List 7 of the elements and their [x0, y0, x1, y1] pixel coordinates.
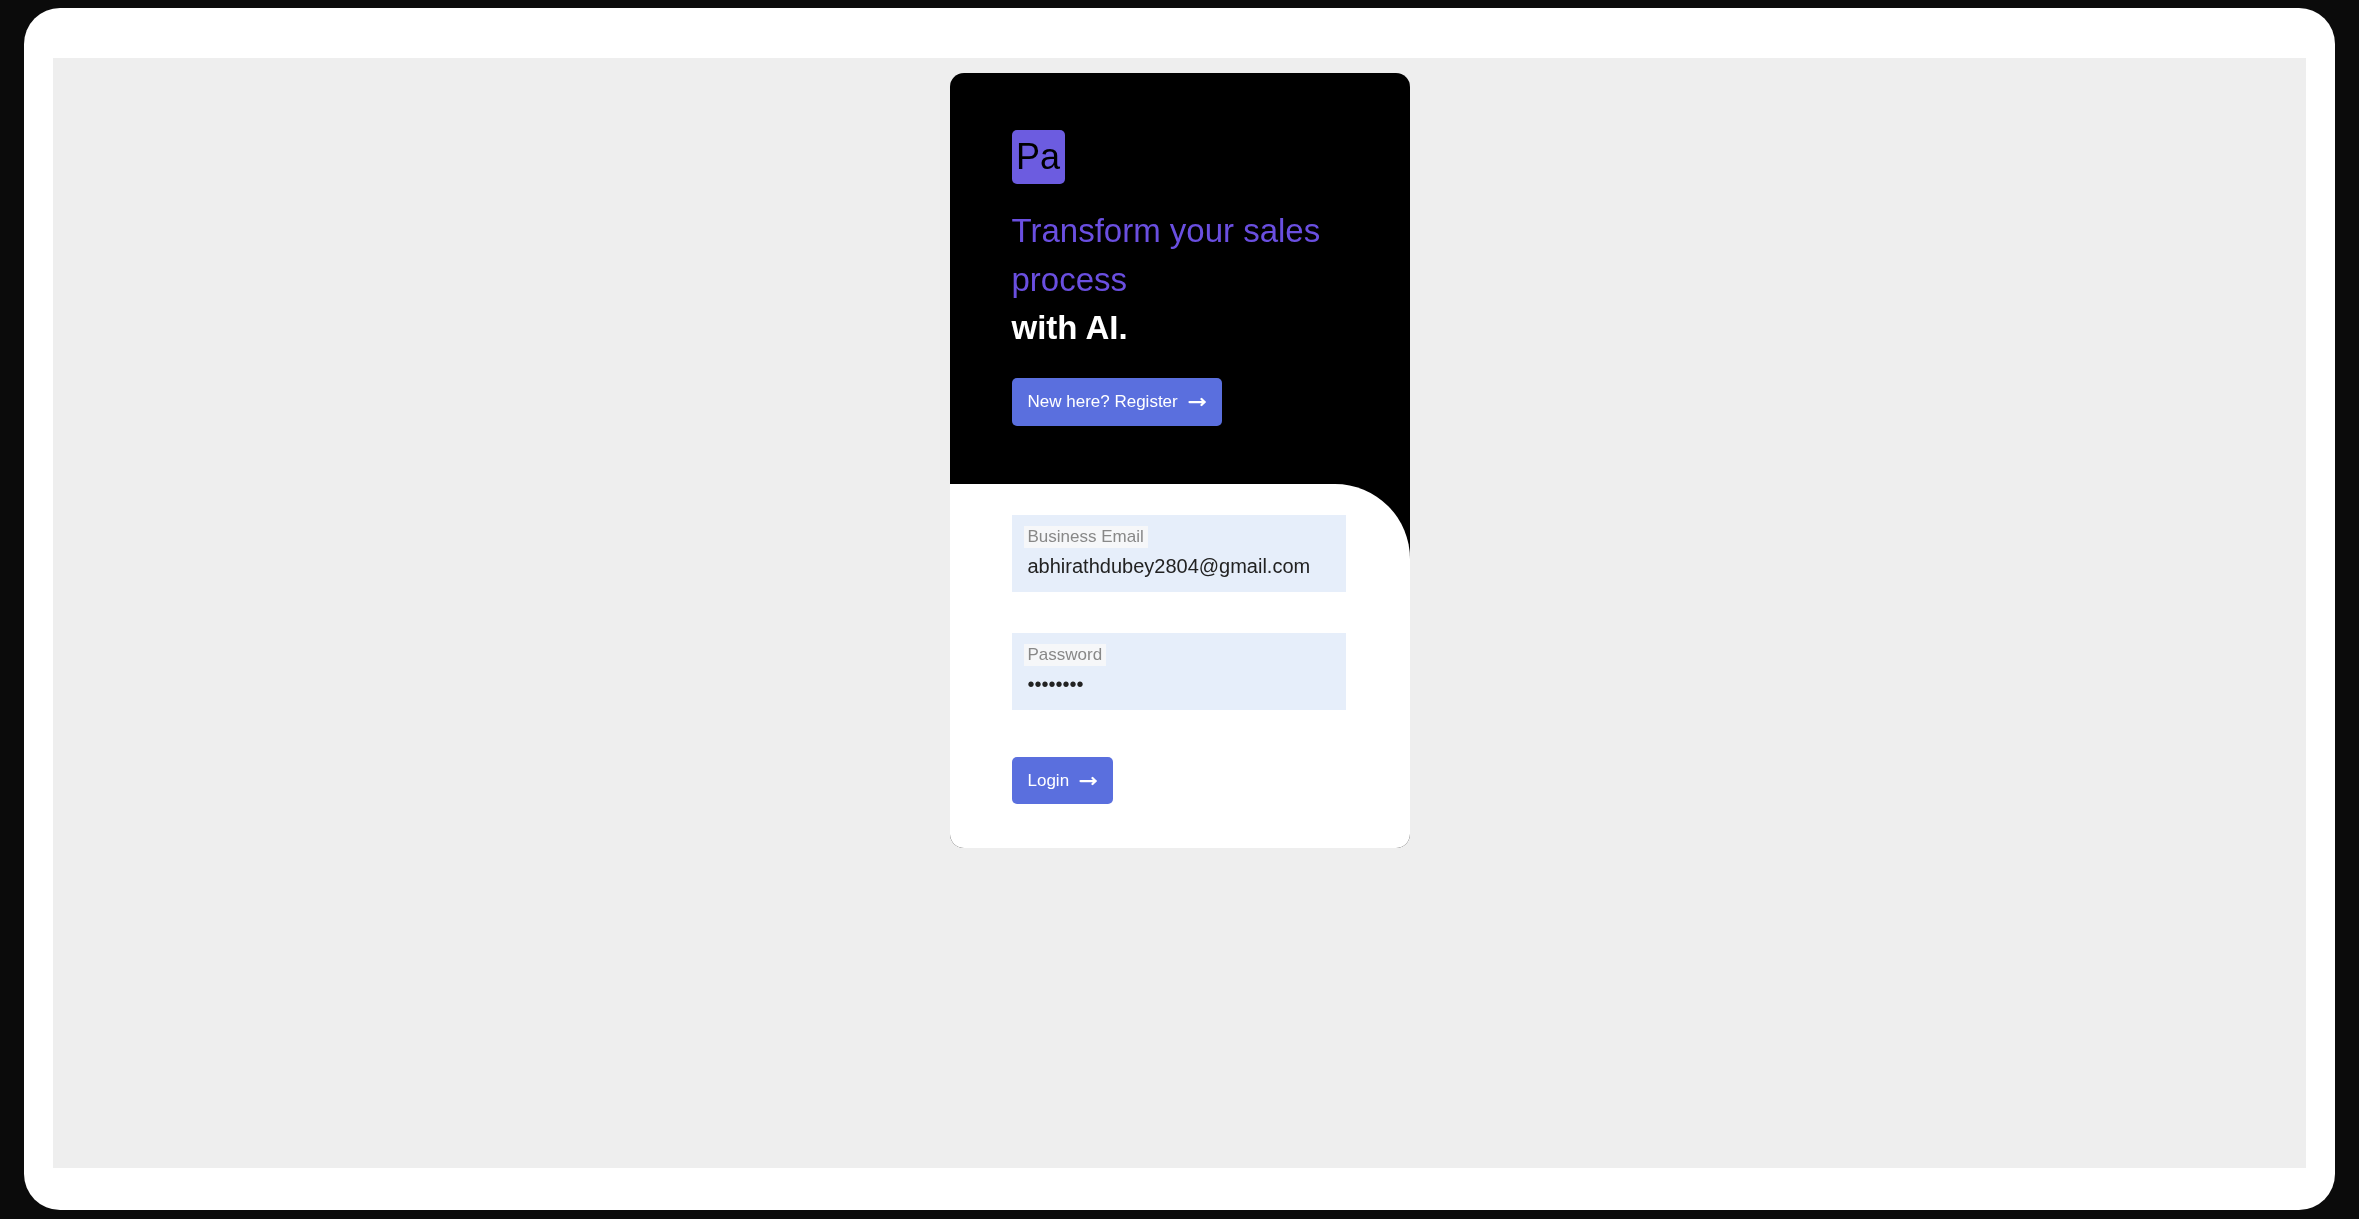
headline-emphasis: with AI.: [1011, 308, 1129, 348]
login-button[interactable]: Login: [1011, 757, 1114, 804]
floating-label: Password: [1023, 644, 1107, 666]
headline-accent: Transform your sales process: [1011, 211, 1322, 300]
floating-label: Business Email: [1023, 526, 1148, 548]
register-button[interactable]: New here? Register: [1011, 378, 1222, 426]
logo: Pa: [1011, 130, 1065, 184]
